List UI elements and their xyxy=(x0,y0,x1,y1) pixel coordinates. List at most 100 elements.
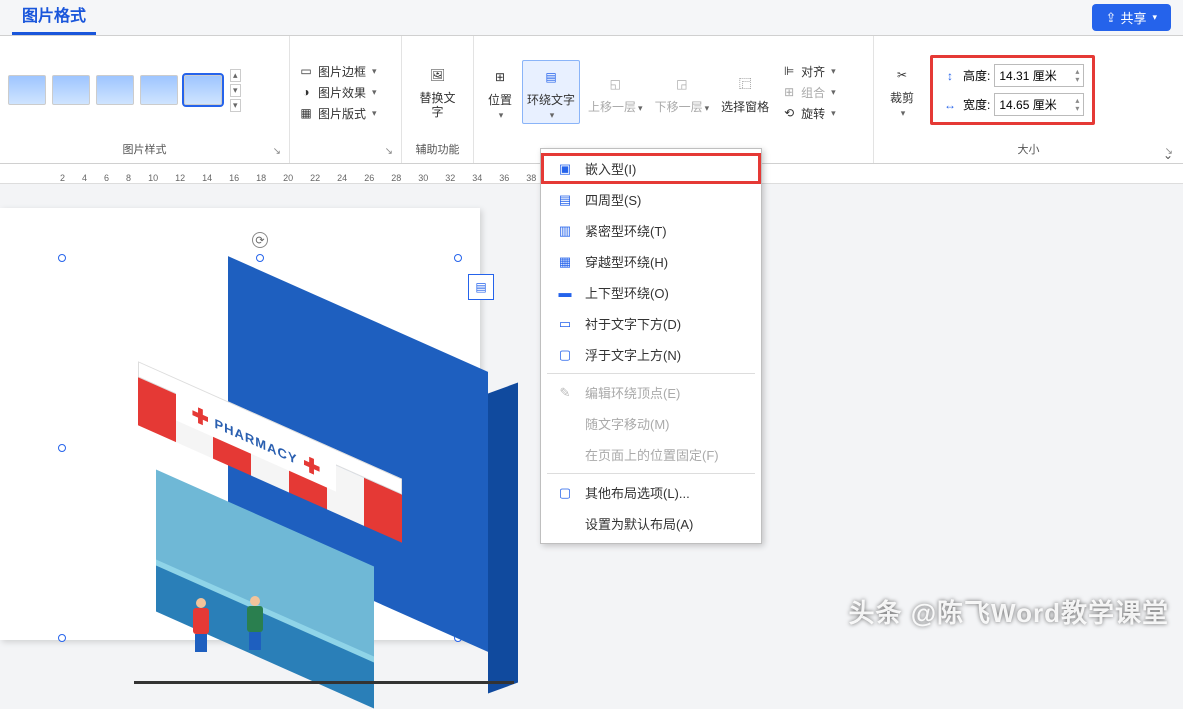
cross-icon xyxy=(304,454,320,477)
resize-handle-tl[interactable] xyxy=(58,254,66,262)
layout-options-tag[interactable]: ▤ xyxy=(468,274,494,300)
wrap-square-item[interactable]: ▤四周型(S) xyxy=(541,184,761,215)
fix-position-item: 在页面上的位置固定(F) xyxy=(541,439,761,470)
share-icon: ⇪ xyxy=(1106,10,1117,26)
picture-border-button[interactable]: ▭图片边框▾ xyxy=(298,63,377,80)
rotate-icon: ⟲ xyxy=(781,105,797,121)
group-label-styles: 图片样式 ↘ xyxy=(8,138,281,161)
group-picture-styles: ▴ ▾ ▾ 图片样式 ↘ xyxy=(0,36,290,163)
selected-image[interactable]: ⟳ ▤ PHARMACY xyxy=(62,258,458,638)
group-objects-button[interactable]: ⊞组合▾ xyxy=(781,84,836,101)
picture-effects-button[interactable]: ◑图片效果▾ xyxy=(298,84,377,101)
through-icon: ▦ xyxy=(555,254,575,270)
chevron-down-icon[interactable]: ▾ xyxy=(230,84,241,97)
style-thumb-3[interactable] xyxy=(96,75,134,105)
wrap-front-item[interactable]: ▢浮于文字上方(N) xyxy=(541,339,761,370)
position-icon: ⊞ xyxy=(486,63,514,91)
style-thumb-4[interactable] xyxy=(140,75,178,105)
bring-forward-button[interactable]: ◱上移一层▾ xyxy=(584,68,647,116)
more-layout-icon: ▢ xyxy=(555,485,575,501)
chevron-up-icon[interactable]: ▴ xyxy=(230,69,241,82)
style-thumb-1[interactable] xyxy=(8,75,46,105)
edit-points-icon: ✎ xyxy=(555,385,575,401)
topbottom-icon: ▬ xyxy=(555,285,575,301)
edit-wrap-points-item: ✎编辑环绕顶点(E) xyxy=(541,377,761,408)
wrap-text-dropdown: ▣嵌入型(I) ▤四周型(S) ▥紧密型环绕(T) ▦穿越型环绕(H) ▬上下型… xyxy=(540,148,762,544)
width-label: 宽度: xyxy=(963,96,990,113)
rotate-button[interactable]: ⟲旋转▾ xyxy=(781,105,836,122)
cross-icon xyxy=(192,405,208,428)
height-label: 高度: xyxy=(963,67,990,84)
group-size: ✂裁剪▾ ↕ 高度: 14.31 厘米▴▾ ↔ 宽度: 14.65 厘米▴▾ 大… xyxy=(874,36,1183,163)
send-backward-icon: ◲ xyxy=(668,70,696,98)
more-layout-item[interactable]: ▢其他布局选项(L)... xyxy=(541,477,761,508)
style-gallery-scroll[interactable]: ▴ ▾ ▾ xyxy=(230,69,241,112)
wrap-topbottom-item[interactable]: ▬上下型环绕(O) xyxy=(541,277,761,308)
group-label-size: 大小↘ xyxy=(884,138,1173,161)
inline-icon: ▣ xyxy=(555,161,575,177)
set-default-layout-item[interactable]: 设置为默认布局(A) xyxy=(541,508,761,539)
crop-button[interactable]: ✂裁剪▾ xyxy=(884,59,920,122)
bring-forward-icon: ◱ xyxy=(601,70,629,98)
separator xyxy=(547,373,755,374)
square-icon: ▤ xyxy=(555,192,575,208)
group-icon: ⊞ xyxy=(781,84,797,100)
dialog-launcher-icon[interactable]: ↘ xyxy=(273,146,281,157)
tab-picture-format[interactable]: 图片格式 xyxy=(12,0,96,35)
group-arrange: ⊞位置▾ ▤环绕文字▾ ◱上移一层▾ ◲下移一层▾ ⿸选择窗格 ⊫对齐▾ ⊞组合… xyxy=(474,36,874,163)
resize-handle-tm[interactable] xyxy=(256,254,264,262)
pharmacy-illustration: PHARMACY xyxy=(128,314,516,684)
position-button[interactable]: ⊞位置▾ xyxy=(482,61,518,124)
group-alt-text: 🖼 替换文字 辅助功能 xyxy=(402,36,474,163)
alt-text-button[interactable]: 🖼 替换文字 xyxy=(410,59,465,122)
picture-layout-button[interactable]: ▦图片版式▾ xyxy=(298,105,377,122)
wrap-behind-item[interactable]: ▭衬于文字下方(D) xyxy=(541,308,761,339)
resize-handle-ml[interactable] xyxy=(58,444,66,452)
watermark: 头条 @陈飞Word教学课堂 xyxy=(848,593,1169,630)
page[interactable]: ⟳ ▤ PHARMACY xyxy=(0,208,480,640)
ribbon: ▴ ▾ ▾ 图片样式 ↘ ▭图片边框▾ ◑图片效果▾ ▦图片版式▾ ↘ 🖼 替换… xyxy=(0,36,1183,164)
tight-icon: ▥ xyxy=(555,223,575,239)
layout-icon: ▦ xyxy=(298,105,314,121)
wrap-text-button[interactable]: ▤环绕文字▾ xyxy=(522,60,580,125)
group-label-aux: 辅助功能 xyxy=(410,138,465,161)
group-picture-adjust: ▭图片边框▾ ◑图片效果▾ ▦图片版式▾ ↘ xyxy=(290,36,402,163)
wrap-inline-item[interactable]: ▣嵌入型(I) xyxy=(541,153,761,184)
expand-gallery-icon[interactable]: ▾ xyxy=(230,99,241,112)
chevron-down-icon: ▾ xyxy=(1152,12,1157,23)
wrap-icon: ▤ xyxy=(537,63,565,91)
effects-icon: ◑ xyxy=(298,84,314,100)
height-icon: ↕ xyxy=(941,67,959,85)
resize-handle-bl[interactable] xyxy=(58,634,66,642)
wrap-tight-item[interactable]: ▥紧密型环绕(T) xyxy=(541,215,761,246)
dialog-launcher-icon[interactable]: ↘ xyxy=(385,146,393,157)
height-row: ↕ 高度: 14.31 厘米▴▾ xyxy=(941,64,1084,87)
width-row: ↔ 宽度: 14.65 厘米▴▾ xyxy=(941,93,1084,116)
tab-bar: 图片格式 ⇪ 共享 ▾ xyxy=(0,0,1183,36)
border-icon: ▭ xyxy=(298,63,314,79)
width-input[interactable]: 14.65 厘米▴▾ xyxy=(994,93,1084,116)
share-button[interactable]: ⇪ 共享 ▾ xyxy=(1092,4,1171,31)
behind-icon: ▭ xyxy=(555,316,575,332)
align-button[interactable]: ⊫对齐▾ xyxy=(781,63,836,80)
separator xyxy=(547,473,755,474)
crop-icon: ✂ xyxy=(888,61,916,89)
wrap-through-item[interactable]: ▦穿越型环绕(H) xyxy=(541,246,761,277)
style-gallery[interactable] xyxy=(8,75,222,105)
resize-handle-tr[interactable] xyxy=(454,254,462,262)
collapse-ribbon-button[interactable]: ⌄ xyxy=(1163,148,1173,162)
width-icon: ↔ xyxy=(941,96,959,114)
rotation-handle[interactable]: ⟳ xyxy=(252,232,268,248)
alt-text-icon: 🖼 xyxy=(424,61,452,89)
send-backward-button[interactable]: ◲下移一层▾ xyxy=(651,68,714,116)
front-icon: ▢ xyxy=(555,347,575,363)
style-thumb-5[interactable] xyxy=(184,75,222,105)
align-icon: ⊫ xyxy=(781,63,797,79)
size-highlight: ↕ 高度: 14.31 厘米▴▾ ↔ 宽度: 14.65 厘米▴▾ xyxy=(930,55,1095,125)
share-label: 共享 xyxy=(1120,8,1146,27)
style-thumb-2[interactable] xyxy=(52,75,90,105)
height-input[interactable]: 14.31 厘米▴▾ xyxy=(994,64,1084,87)
selection-pane-button[interactable]: ⿸选择窗格 xyxy=(717,68,773,116)
move-with-text-item: 随文字移动(M) xyxy=(541,408,761,439)
selection-pane-icon: ⿸ xyxy=(731,70,759,98)
